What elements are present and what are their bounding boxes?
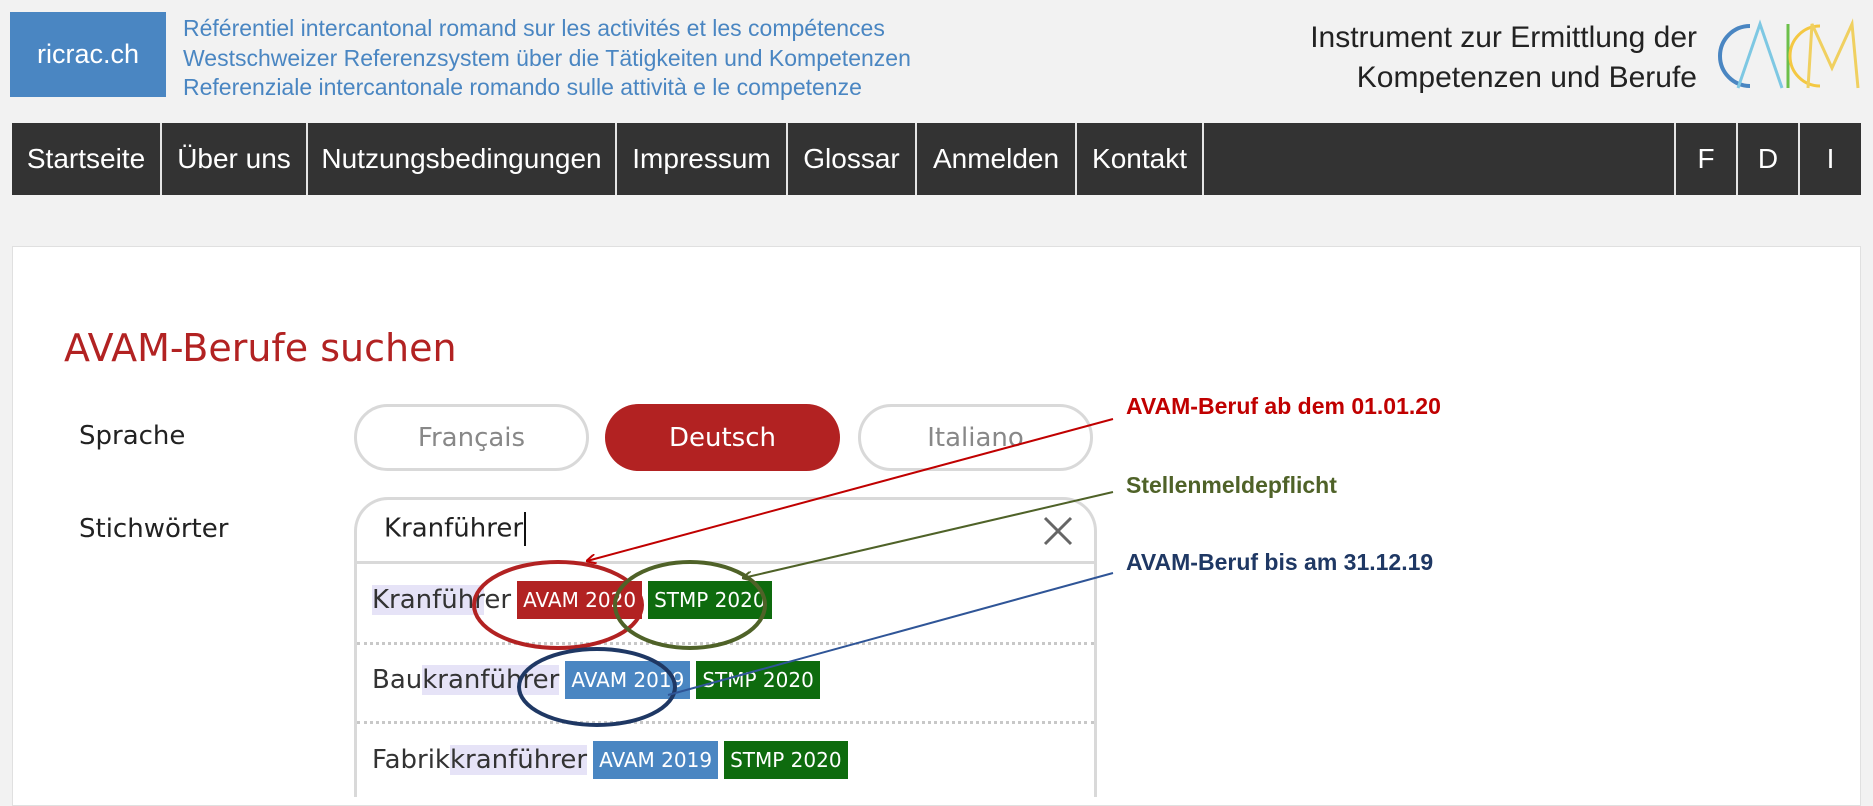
tag-avam2019: AVAM 2019 <box>565 661 691 699</box>
annotation-avam-new: AVAM-Beruf ab dem 01.01.20 <box>1126 393 1441 419</box>
keywords-label: Stichwörter <box>79 514 229 544</box>
tag-stmp: STMP 2020 <box>696 661 820 699</box>
result-label: Kranführer <box>372 585 511 615</box>
nav-lang-i[interactable]: I <box>1800 123 1861 195</box>
tag-stmp: STMP 2020 <box>648 581 772 619</box>
result-prefix: Bau <box>372 665 423 695</box>
nav-ueber-uns[interactable]: Über uns <box>162 123 308 195</box>
language-label: Sprache <box>79 421 186 451</box>
instrument-title-line2: Kompetenzen und Berufe <box>1356 61 1697 94</box>
nav-lang-d[interactable]: D <box>1738 123 1800 195</box>
nav-kontakt[interactable]: Kontakt <box>1077 123 1204 195</box>
nav-spacer <box>1204 123 1676 195</box>
search-divider <box>357 561 1094 564</box>
annotation-avam-old: AVAM-Beruf bis am 31.12.19 <box>1126 549 1434 575</box>
result-item[interactable]: Fabrikkranführer AVAM 2019 STMP 2020 <box>372 741 848 779</box>
search-input-value[interactable]: Kranführer <box>384 512 527 546</box>
instrument-title-line1: Instrument zur Ermittlung der <box>1310 21 1697 54</box>
result-item[interactable]: Baukranführer AVAM 2019 STMP 2020 <box>372 661 820 699</box>
tag-stmp: STMP 2020 <box>724 741 848 779</box>
tagline-it: Referenziale intercantonale romando sull… <box>183 74 862 100</box>
page-title: AVAM-Berufe suchen <box>64 326 457 370</box>
tagline-fr: Référentiel intercantonal romand sur les… <box>183 15 885 41</box>
result-label: Fabrikkranführer <box>372 745 588 775</box>
result-suffix: er <box>484 585 512 615</box>
result-divider <box>357 642 1094 645</box>
tagline-de: Westschweizer Referenzsystem über die Tä… <box>183 44 911 71</box>
result-divider <box>357 721 1094 724</box>
nav-startseite[interactable]: Startseite <box>12 123 162 195</box>
close-icon[interactable] <box>1042 515 1074 547</box>
nav-glossar[interactable]: Glossar <box>788 123 917 195</box>
main-navbar: Startseite Über uns Nutzungsbedingungen … <box>12 123 1861 195</box>
caicm-logo <box>1718 18 1860 89</box>
text-caret <box>524 512 527 546</box>
tag-avam2020: AVAM 2020 <box>517 581 643 619</box>
language-option-fr[interactable]: Français <box>354 404 589 471</box>
result-match-highlight: Kranführ <box>372 585 485 615</box>
nav-impressum[interactable]: Impressum <box>617 123 788 195</box>
result-label: Baukranführer <box>372 665 560 695</box>
language-option-it[interactable]: Italiano <box>858 404 1093 471</box>
result-match-highlight: kranführer <box>422 665 560 695</box>
annotation-stmp: Stellenmeldepflicht <box>1126 472 1337 498</box>
language-option-de[interactable]: Deutsch <box>605 404 840 471</box>
result-item[interactable]: Kranführer AVAM 2020 STMP 2020 <box>372 581 772 619</box>
search-value-text: Kranführer <box>384 513 524 544</box>
instrument-title: Instrument zur Ermittlung der Kompetenze… <box>1310 18 1697 98</box>
taglines: Référentiel intercantonal romand sur les… <box>183 14 911 103</box>
nav-lang-f[interactable]: F <box>1676 123 1738 195</box>
tag-avam2019: AVAM 2019 <box>593 741 719 779</box>
ricrac-logo[interactable]: ricrac.ch <box>10 12 166 97</box>
nav-anmelden[interactable]: Anmelden <box>917 123 1077 195</box>
result-prefix: Fabrik <box>372 745 450 775</box>
result-match-highlight: kranführer <box>449 745 588 775</box>
nav-nutzungsbedingungen[interactable]: Nutzungsbedingungen <box>308 123 617 195</box>
